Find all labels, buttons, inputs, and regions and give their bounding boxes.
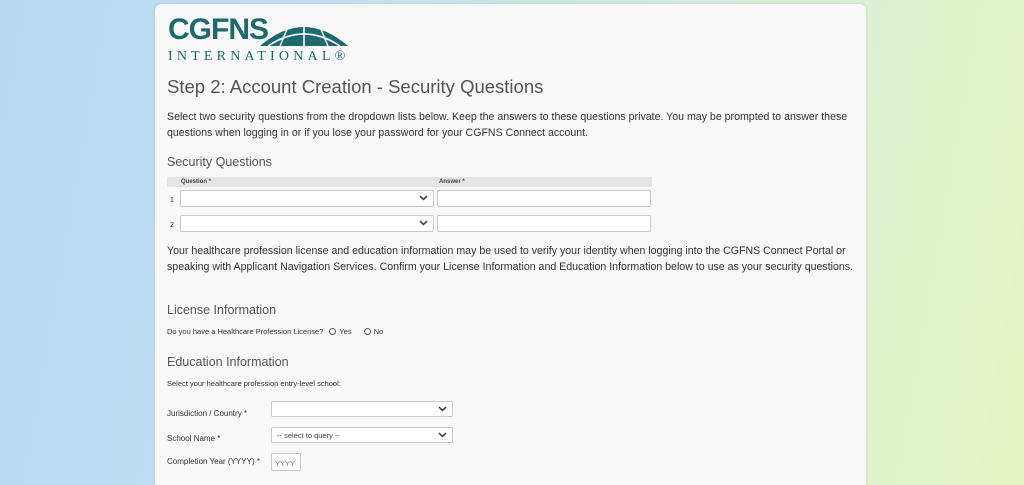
license-yes-label: Yes bbox=[339, 327, 352, 336]
table-row: 1 bbox=[167, 190, 652, 212]
school-select[interactable]: -- select to query -- bbox=[271, 427, 453, 443]
answer-1-input[interactable] bbox=[437, 190, 651, 207]
license-question-row: Do you have a Healthcare Profession Lice… bbox=[167, 327, 383, 336]
year-placeholder: YYYY bbox=[275, 459, 296, 468]
education-heading: Education Information bbox=[167, 355, 289, 369]
license-yes-radio[interactable] bbox=[329, 328, 337, 335]
jurisdiction-select[interactable] bbox=[271, 401, 453, 417]
logo-brand: CGFNS bbox=[168, 13, 269, 46]
security-questions-table: Question * Answer * 1 2 bbox=[167, 177, 652, 237]
chevron-down-icon bbox=[438, 432, 447, 438]
completion-year-input[interactable]: YYYY bbox=[271, 453, 301, 471]
table-header: Question * Answer * bbox=[167, 177, 652, 187]
license-question: Do you have a Healthcare Profession Lice… bbox=[167, 327, 324, 336]
chevron-down-icon bbox=[419, 220, 428, 226]
chevron-down-icon bbox=[438, 406, 447, 412]
school-value: -- select to query -- bbox=[277, 431, 340, 440]
verification-text: Your healthcare profession license and e… bbox=[167, 245, 854, 273]
table-row: 2 bbox=[167, 215, 652, 237]
license-no-label: No bbox=[373, 327, 384, 336]
logo-subtitle: INTERNATIONAL® bbox=[168, 49, 350, 64]
jurisdiction-label: Jurisdiction / Country * bbox=[167, 409, 248, 418]
cgfns-logo: CGFNS INTERNATIONAL® bbox=[168, 14, 348, 64]
intro-text: Select two security questions from the d… bbox=[167, 111, 848, 139]
answer-2-input[interactable] bbox=[437, 215, 651, 232]
row-number: 1 bbox=[170, 197, 174, 204]
col-answer-header: Answer * bbox=[439, 179, 465, 185]
education-subtext: Select your healthcare profession entry-… bbox=[167, 379, 341, 388]
school-label: School Name * bbox=[167, 434, 221, 443]
page-title: Step 2: Account Creation - Security Ques… bbox=[167, 76, 544, 97]
year-label: Completion Year (YYYY) * bbox=[167, 457, 260, 466]
chevron-down-icon bbox=[419, 195, 428, 201]
question-2-select[interactable] bbox=[180, 215, 434, 232]
license-heading: License Information bbox=[167, 303, 277, 317]
row-number: 2 bbox=[170, 222, 174, 229]
logo-globe-icon bbox=[260, 24, 348, 46]
license-no-radio[interactable] bbox=[363, 328, 371, 335]
question-1-select[interactable] bbox=[180, 190, 434, 207]
form-card: CGFNS INTERNATIONAL® Step 2: Account Cre… bbox=[155, 4, 866, 485]
col-question-header: Question * bbox=[181, 179, 212, 185]
security-questions-heading: Security Questions bbox=[167, 155, 272, 169]
